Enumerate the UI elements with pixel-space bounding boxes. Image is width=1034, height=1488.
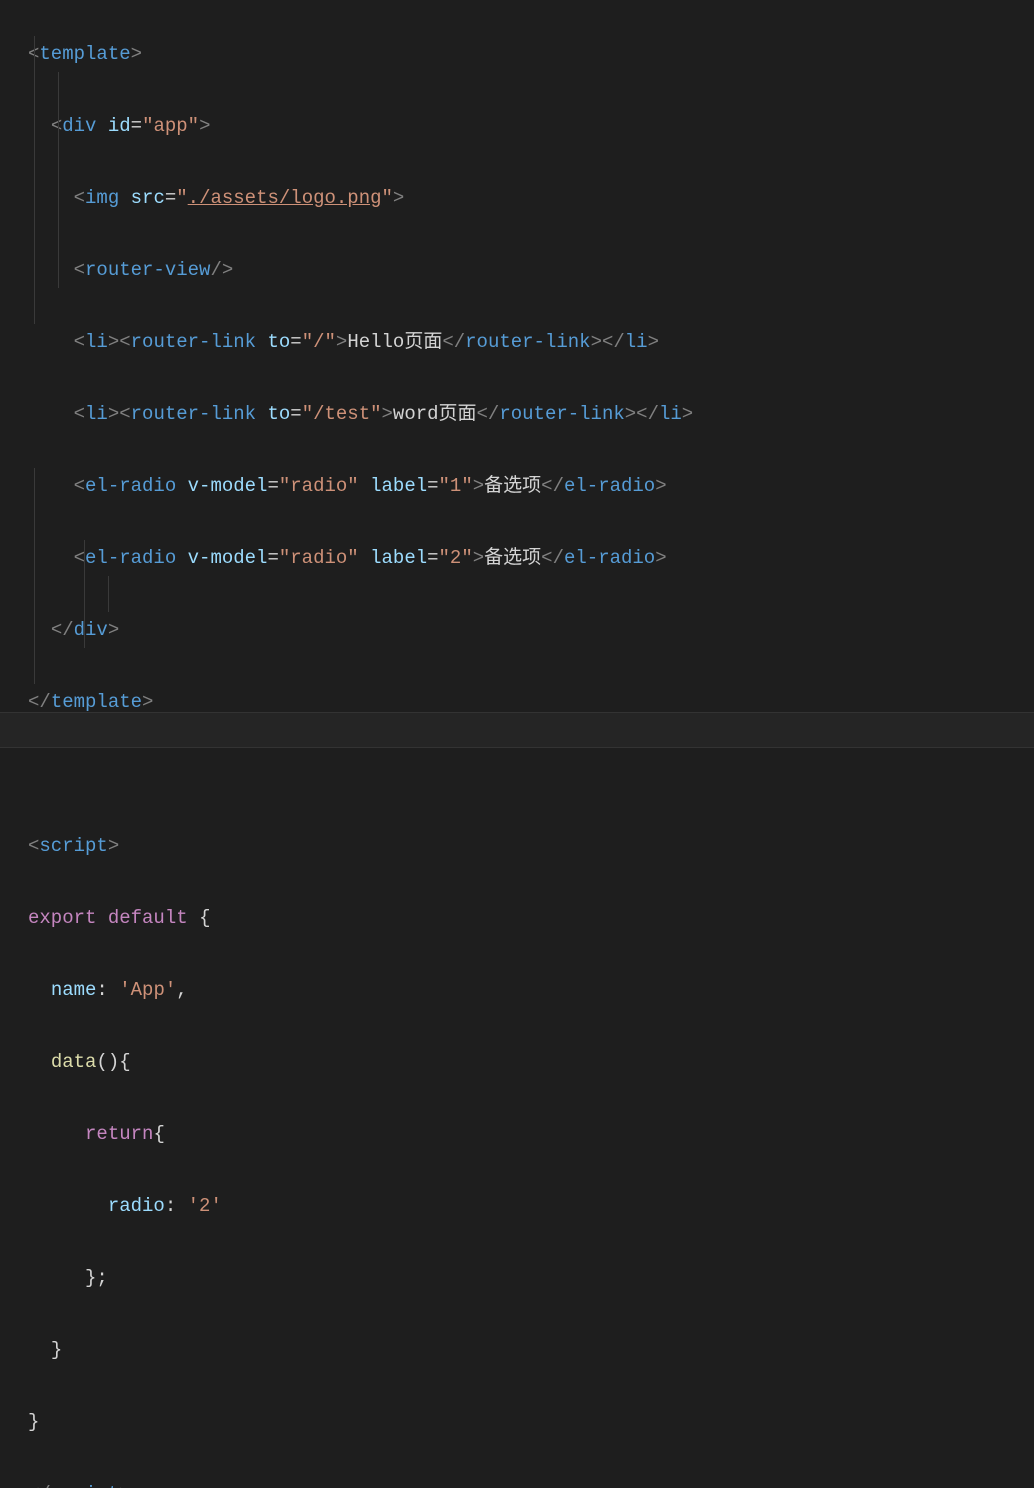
code-line[interactable]: data(){ [28,1044,1034,1080]
code-line[interactable]: </script> [28,1476,1034,1488]
code-block[interactable]: <template> <div id="app"> <img src=""./a… [28,0,1034,1488]
code-line[interactable]: <template> [28,36,1034,72]
code-line[interactable]: export default { [28,900,1034,936]
code-line[interactable]: name: 'App', [28,972,1034,1008]
code-line[interactable]: <img src=""./assets/logo.png"./assets/lo… [28,180,1034,216]
code-line[interactable]: } [28,1332,1034,1368]
code-line[interactable]: </div> [28,612,1034,648]
code-line[interactable]: <el-radio v-model="radio" label="2">备选项<… [28,540,1034,576]
code-line[interactable]: <li><router-link to="/">Hello页面</router-… [28,324,1034,360]
code-line[interactable]: }; [28,1260,1034,1296]
code-line[interactable]: <script> [28,828,1034,864]
code-line[interactable]: <li><router-link to="/test">word页面</rout… [28,396,1034,432]
code-line[interactable]: } [28,1404,1034,1440]
code-line[interactable]: <div id="app"> [28,108,1034,144]
code-line[interactable]: return{ [28,1116,1034,1152]
code-line[interactable]: <router-view/> [28,252,1034,288]
code-line[interactable]: <el-radio v-model="radio" label="1">备选项<… [28,468,1034,504]
code-line[interactable]: radio: '2' [28,1188,1034,1224]
code-line[interactable]: </template> [28,684,1034,720]
code-line[interactable] [28,756,1034,792]
